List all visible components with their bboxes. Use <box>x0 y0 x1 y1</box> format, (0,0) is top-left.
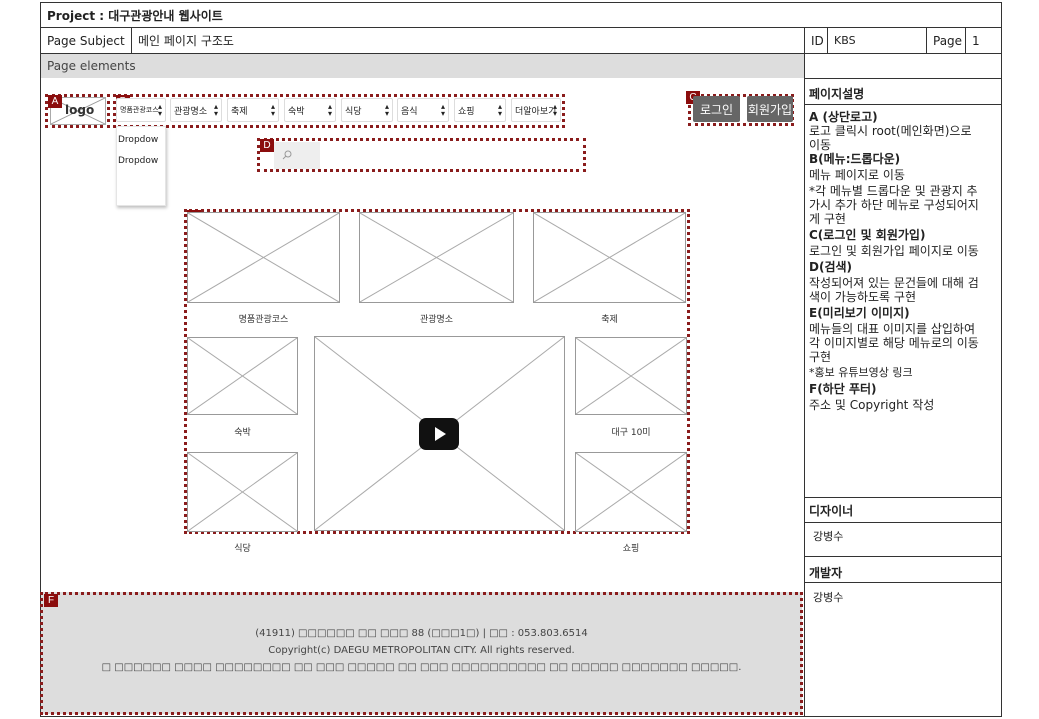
page-number: 1 <box>965 27 1002 54</box>
chevron-updown-icon: ▴ ▾ <box>157 102 162 118</box>
desc-e-line: 메뉴들의 대표 이미지를 삽입하여 <box>809 322 976 336</box>
chevron-updown-icon: ▴ ▾ <box>213 102 218 118</box>
sidebar-divider-top <box>804 78 1002 79</box>
desc-a-head: A (상단로고) <box>809 110 878 124</box>
footer-copyright: Copyright(c) DAEGU METROPOLITAN CITY. Al… <box>268 645 575 656</box>
desc-e-line: 각 이미지별로 해당 메뉴로의 이동 <box>809 336 979 350</box>
sidebar-divider-designer <box>804 497 1002 498</box>
signup-button[interactable]: 회원가입 <box>747 96 793 122</box>
chevron-updown-icon: ▴ ▾ <box>497 102 502 118</box>
desc-e-line: 구현 <box>809 350 832 364</box>
tag-f: F <box>44 594 58 607</box>
menu-select-restaurant[interactable]: 식당 ▴ ▾ <box>341 98 393 122</box>
desc-f-line: 주소 및 Copyright 작성 <box>809 398 935 412</box>
preview-image-10-tastes[interactable] <box>575 337 687 415</box>
page-elements-label: Page elements <box>47 59 136 73</box>
menu-label: 더알아보기 <box>515 106 557 117</box>
menu-select-sights[interactable]: 관광명소 ▴ ▾ <box>170 98 222 122</box>
youtube-play-icon[interactable] <box>419 418 459 450</box>
login-button[interactable]: 로그인 <box>693 96 740 122</box>
dropdown-item[interactable]: Dropdow <box>118 156 158 166</box>
menu-label: 관광명소 <box>174 106 208 117</box>
chevron-updown-icon: ▴ ▾ <box>327 102 332 118</box>
menu-select-festival[interactable]: 축제 ▴ ▾ <box>227 98 279 122</box>
developer-name: 강병수 <box>813 591 844 604</box>
dropdown-item[interactable]: Dropdow <box>118 135 158 145</box>
sidebar-divider-title <box>804 104 1002 105</box>
sidebar-divider-designer2 <box>804 522 1002 523</box>
chevron-updown-icon: ▴ ▾ <box>440 102 445 118</box>
preview-image-shopping[interactable] <box>575 452 687 532</box>
preview-image-restaurant[interactable] <box>187 452 298 532</box>
caption-stay: 숙박 <box>234 428 251 438</box>
menu-select-food[interactable]: 음식 ▴ ▾ <box>397 98 449 122</box>
sidebar-title: 페이지설명 <box>809 87 865 101</box>
caption-festival: 축제 <box>601 315 618 325</box>
desc-a-line: 이동 <box>809 138 832 152</box>
id-label: ID <box>804 27 828 54</box>
developer-label: 개발자 <box>809 566 843 580</box>
caption-sights: 관광명소 <box>419 315 454 325</box>
desc-c-line: 로그인 및 회원가입 페이지로 이동 <box>809 244 979 258</box>
desc-b-line: 가시 추가 하단 메뉴로 구성되어지 <box>809 198 979 212</box>
preview-image-stay[interactable] <box>187 337 298 415</box>
caption-restaurant: 식당 <box>234 544 251 554</box>
designer-label: 디자이너 <box>809 504 854 518</box>
menu-select-course[interactable]: 명품관광코스 ▴ ▾ <box>116 98 166 122</box>
menu-select-more[interactable]: 더알아보기 ▴ ▾ <box>511 98 561 122</box>
project-title: Project : 대구관광안내 웹사이트 <box>40 2 1002 28</box>
menu-select-stay[interactable]: 숙박 ▴ ▾ <box>284 98 336 122</box>
desc-c-head: C(로그인 및 회원가입) <box>809 228 926 242</box>
page-subject-value: 메인 페이지 구조도 <box>131 27 805 54</box>
page-subject-label: Page Subject <box>40 27 132 54</box>
logo-text: logo <box>65 103 95 117</box>
desc-a-line: 로고 클릭시 root(메인화면)으로 <box>809 124 972 138</box>
desc-b-line: 메뉴 페이지로 이동 <box>809 168 905 182</box>
caption-shopping: 쇼핑 <box>622 544 640 554</box>
preview-image-course[interactable] <box>187 212 340 303</box>
sidebar-descriptions: A (상단로고) 로고 클릭시 root(메인화면)으로 이동 B(메뉴:드롭다… <box>809 110 997 412</box>
footer-address: (41911) □□□□□□ □□ □□□ 88 (□□□1□) | □□ : … <box>255 628 588 639</box>
desc-b-line: 게 구현 <box>809 212 846 226</box>
desc-d-line: 작성되어져 있는 문건들에 대해 검 <box>809 276 979 290</box>
desc-b-line: *각 메뉴별 드롭다운 및 관광지 추 <box>809 184 978 198</box>
desc-e-line: *홍보 유튜브영상 링크 <box>809 366 913 379</box>
desc-e-head: E(미리보기 이미지) <box>809 306 910 320</box>
menu-label: 음식 <box>401 106 418 117</box>
caption-course: 명품관광코스 <box>238 315 289 325</box>
id-value: KBS <box>827 27 927 54</box>
menu-label: 식당 <box>345 106 362 117</box>
menu-select-shopping[interactable]: 쇼핑 ▴ ▾ <box>454 98 506 122</box>
page-label: Page <box>926 27 966 54</box>
preview-image-sights[interactable] <box>359 212 514 303</box>
caption-10-tastes: 대구 10미 <box>611 428 651 438</box>
menu-label: 숙박 <box>288 106 305 117</box>
page-elements-bar <box>41 54 804 78</box>
desc-d-head: D(검색) <box>809 260 853 274</box>
designer-name: 강병수 <box>813 530 844 543</box>
preview-image-festival[interactable] <box>533 212 686 303</box>
tag-d: D <box>260 139 274 152</box>
desc-b-head: B(메뉴:드롭다운) <box>809 152 901 166</box>
chevron-updown-icon: ▴ ▾ <box>384 102 389 118</box>
desc-d-line: 색이 가능하도록 구현 <box>809 290 916 304</box>
footer-notice: □ □□□□□□ □□□□ □□□□□□□□ □□ □□□ □□□□□ □□ □… <box>101 662 742 673</box>
chevron-updown-icon: ▴ ▾ <box>270 102 275 118</box>
sidebar-divider-developer2 <box>804 582 1002 583</box>
tag-a: A <box>48 95 62 108</box>
desc-f-head: F(하단 푸터) <box>809 382 877 396</box>
search-icon <box>282 149 292 160</box>
chevron-updown-icon: ▴ ▾ <box>552 102 557 118</box>
search-input[interactable] <box>274 142 320 169</box>
menu-label: 쇼핑 <box>458 106 475 117</box>
sidebar-divider-developer <box>804 556 1002 557</box>
menu-label: 축제 <box>231 106 248 117</box>
menu-label: 명품관광코스 <box>120 106 159 114</box>
